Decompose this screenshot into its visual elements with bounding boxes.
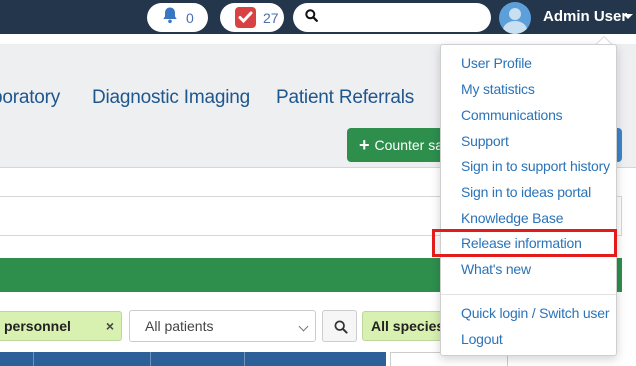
table-header [0, 352, 386, 366]
plus-icon: + [359, 134, 370, 155]
task-check-icon [235, 7, 256, 28]
menu-item-knowledge-base[interactable]: Knowledge Base [461, 210, 563, 226]
patients-select-value: All patients [145, 318, 214, 334]
global-search-input[interactable] [293, 3, 491, 32]
notifications-count: 0 [186, 9, 194, 26]
notifications-button[interactable]: 0 [147, 3, 208, 32]
menu-item-support-history[interactable]: Sign in to support history [461, 158, 610, 174]
search-icon [305, 8, 318, 27]
filter-search-button[interactable] [322, 310, 357, 342]
menu-item-communications[interactable]: Communications [461, 107, 563, 123]
species-filter-label: All species [371, 318, 444, 334]
user-menu-toggle[interactable]: Admin User [543, 8, 627, 25]
tasks-count: 27 [263, 9, 279, 26]
menu-item-logout[interactable]: Logout [461, 331, 503, 347]
personnel-filter-label: personnel [4, 318, 71, 334]
menu-item-ideas-portal[interactable]: Sign in to ideas portal [461, 184, 591, 200]
highlight-box [432, 229, 617, 257]
tab-patient-referrals[interactable]: Patient Referrals [276, 87, 414, 109]
bell-icon [161, 6, 179, 29]
menu-item-my-statistics[interactable]: My statistics [461, 81, 535, 97]
menu-item-whats-new[interactable]: What's new [461, 261, 531, 277]
menu-item-user-profile[interactable]: User Profile [461, 55, 532, 71]
patients-select[interactable]: All patients [129, 310, 316, 342]
tab-diagnostic-imaging[interactable]: Diagnostic Imaging [92, 87, 250, 109]
chevron-down-icon [298, 321, 309, 332]
menu-divider [441, 294, 616, 295]
tab-laboratory[interactable]: boratory [0, 87, 60, 109]
species-filter-chip[interactable]: All species [362, 311, 444, 341]
menu-item-support[interactable]: Support [461, 133, 509, 149]
tasks-button[interactable]: 27 [220, 3, 284, 32]
personnel-filter-chip[interactable]: personnel × [0, 311, 122, 341]
caret-down-icon[interactable] [623, 14, 633, 19]
avatar[interactable] [499, 2, 531, 34]
top-bar: 0 27 Admin User [0, 0, 636, 34]
close-icon[interactable]: × [106, 318, 114, 334]
menu-item-quick-login[interactable]: Quick login / Switch user [461, 305, 609, 321]
